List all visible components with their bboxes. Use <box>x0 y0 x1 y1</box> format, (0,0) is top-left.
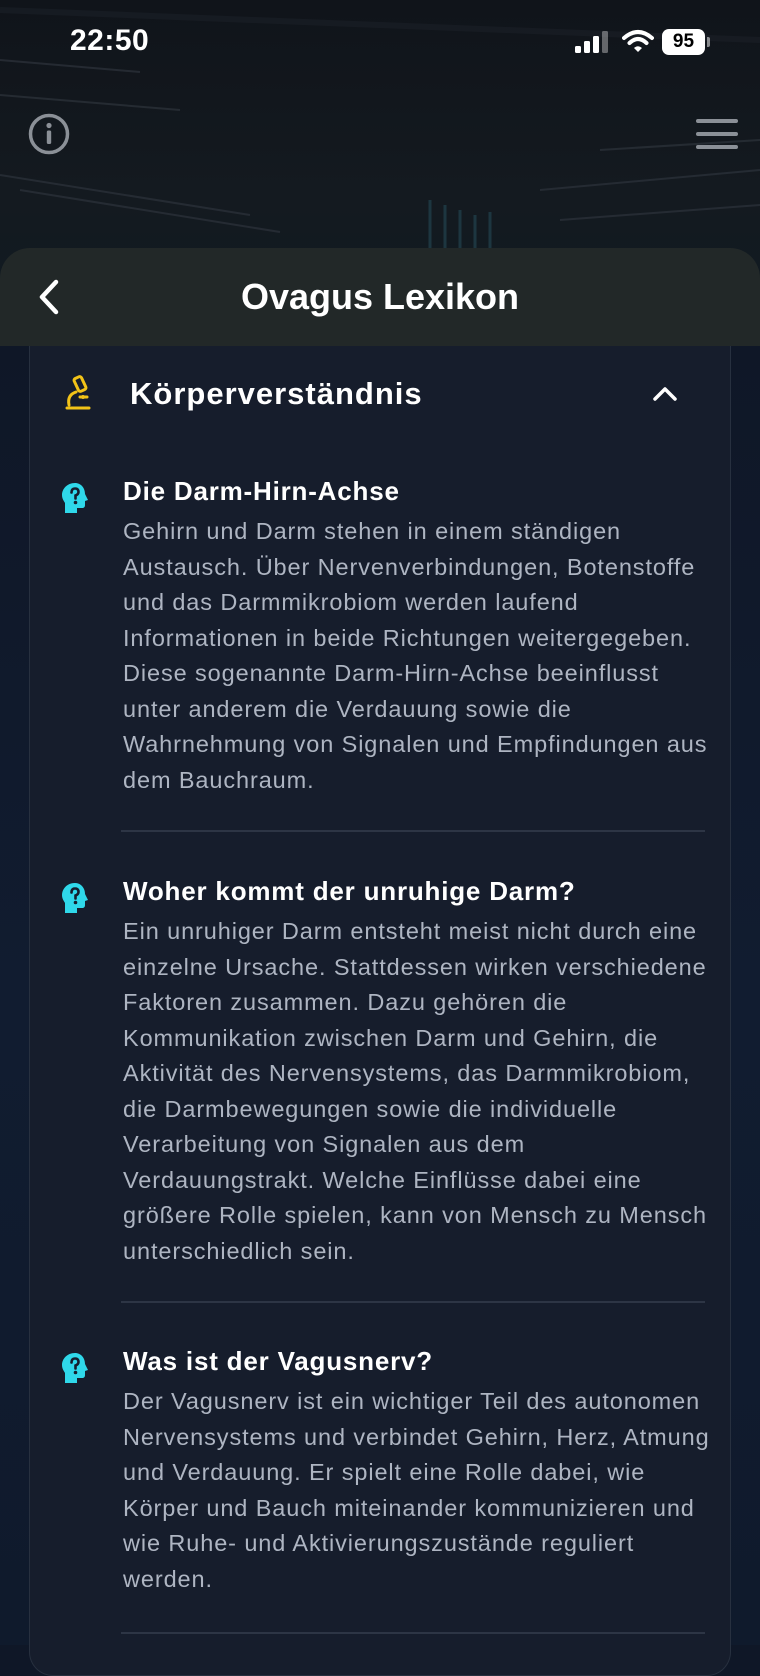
page-title: Ovagus Lexikon <box>240 276 520 317</box>
head-question-icon <box>62 1353 88 1383</box>
section-header[interactable]: Körperverständnis <box>30 346 730 446</box>
faq-answer: Ein unruhiger Darm entsteht meist nicht … <box>123 918 707 1264</box>
hamburger-menu-icon <box>696 119 738 149</box>
section-title: Körperverständnis <box>130 376 423 411</box>
battery-level: 95 <box>672 31 695 52</box>
faq-question[interactable]: Woher kommt der unruhige Darm? <box>123 876 576 907</box>
lexikon-section-card: Körperverständnis Die Darm-Hirn-Achse Ge… <box>29 346 731 1676</box>
battery-indicator: 95 <box>662 29 710 55</box>
cellular-signal-icon <box>575 31 608 53</box>
faq-answer: Der Vagusnerv ist ein wichtiger Teil des… <box>123 1388 710 1592</box>
faq-question[interactable]: Die Darm-Hirn-Achse <box>123 476 400 507</box>
menu-button[interactable] <box>694 114 740 154</box>
divider <box>121 830 705 832</box>
microscope-icon <box>65 375 91 410</box>
divider <box>121 1632 705 1634</box>
faq-answer: Gehirn und Darm stehen in einem ständige… <box>123 518 708 793</box>
head-question-icon <box>62 883 88 913</box>
head-question-icon <box>62 483 88 513</box>
chevron-up-icon[interactable] <box>652 384 678 402</box>
faq-question[interactable]: Was ist der Vagusnerv? <box>123 1346 433 1377</box>
status-time: 22:50 <box>70 24 150 57</box>
info-icon <box>28 113 70 155</box>
chevron-left-icon <box>39 279 59 315</box>
back-button[interactable] <box>30 272 70 322</box>
page-header: Ovagus Lexikon <box>0 248 760 346</box>
info-button[interactable] <box>27 112 71 156</box>
status-bar: 22:50 95 <box>0 0 760 88</box>
divider <box>121 1301 705 1303</box>
wifi-icon <box>622 30 654 52</box>
